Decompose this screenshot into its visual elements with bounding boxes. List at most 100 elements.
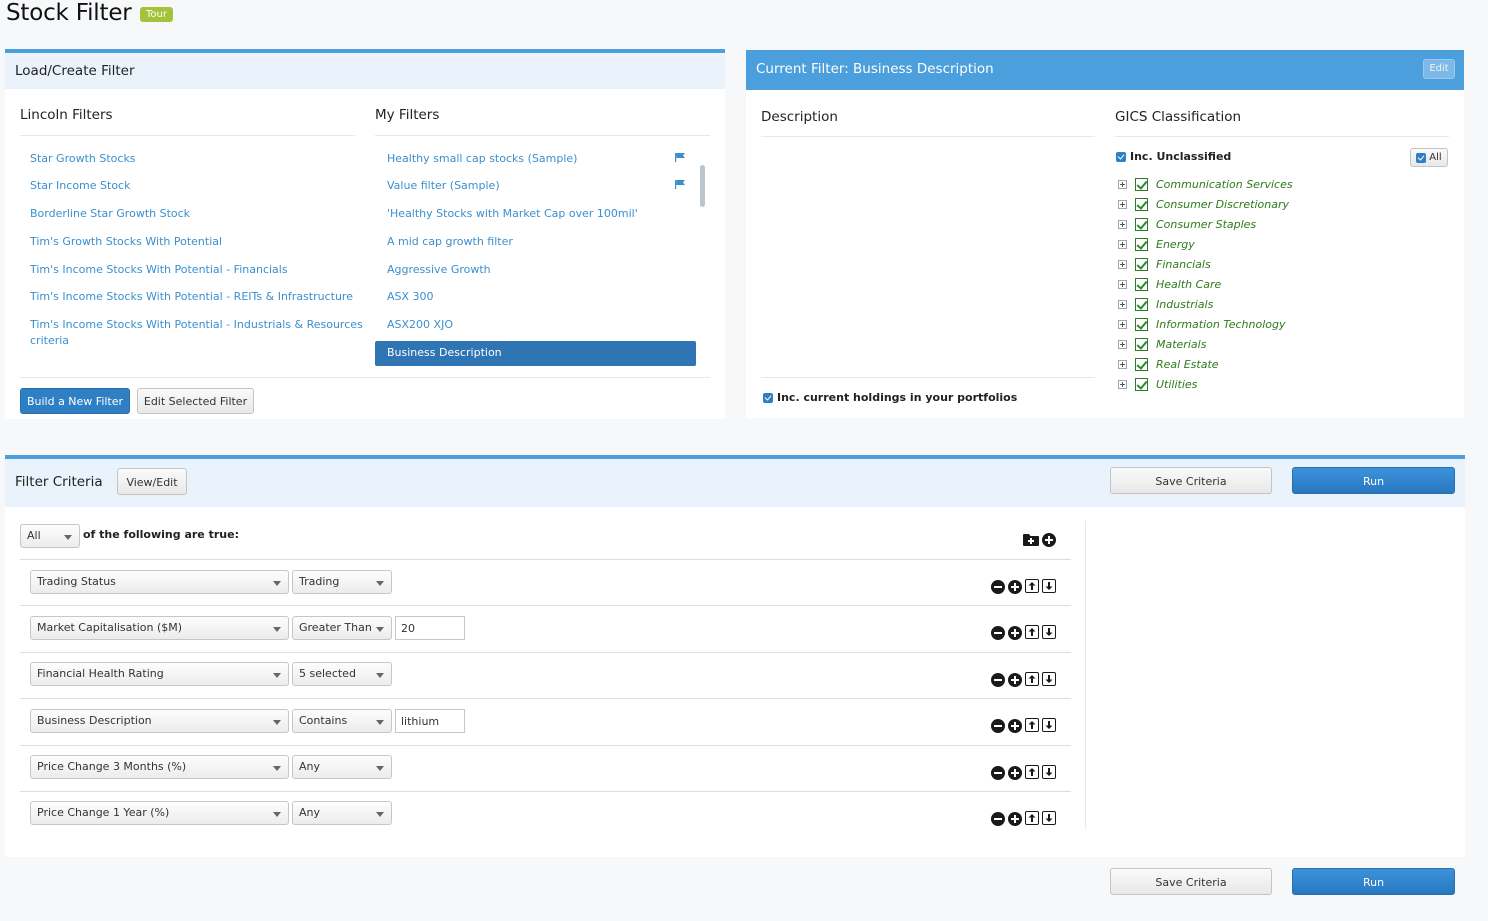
lincoln-filter-item[interactable]: Tim's Income Stocks With Potential - REI… xyxy=(30,289,353,305)
gics-sector-row[interactable]: Materials xyxy=(1118,334,1206,354)
criterion-operator-select[interactable]: Contains xyxy=(292,709,392,733)
my-filter-item[interactable]: ASX 300 xyxy=(387,289,434,305)
criterion-operator-select[interactable]: Any xyxy=(292,755,392,779)
my-filter-item[interactable]: 'Healthy Stocks with Market Cap over 100… xyxy=(387,206,638,222)
sector-checkbox[interactable] xyxy=(1135,237,1148,251)
my-filter-item-selected[interactable]: Business Description xyxy=(375,341,696,366)
remove-criterion-icon[interactable] xyxy=(991,719,1005,733)
criterion-field-select[interactable]: Financial Health Rating xyxy=(30,662,289,686)
expand-icon[interactable] xyxy=(1118,299,1127,309)
match-mode-select[interactable]: All xyxy=(20,524,80,548)
criterion-operator-select[interactable]: Trading xyxy=(292,570,392,594)
tour-button[interactable]: Tour xyxy=(140,7,173,22)
run-button[interactable]: Run xyxy=(1292,467,1455,494)
sector-checkbox[interactable] xyxy=(1135,177,1148,191)
lincoln-filter-item[interactable]: Borderline Star Growth Stock xyxy=(30,206,190,222)
my-filter-item[interactable]: Aggressive Growth xyxy=(387,262,491,278)
expand-icon[interactable] xyxy=(1118,259,1127,269)
move-down-icon[interactable] xyxy=(1042,811,1056,825)
sector-checkbox[interactable] xyxy=(1135,257,1148,271)
flag-icon[interactable] xyxy=(675,153,685,162)
lincoln-filter-item-continued[interactable]: criteria xyxy=(30,333,69,349)
move-down-icon[interactable] xyxy=(1042,672,1056,686)
criterion-value-input[interactable]: lithium xyxy=(395,709,465,733)
add-criterion-icon[interactable] xyxy=(1008,673,1022,687)
my-filter-item[interactable]: A mid cap growth filter xyxy=(387,234,513,250)
expand-icon[interactable] xyxy=(1118,199,1127,209)
lincoln-filter-item[interactable]: Tim's Growth Stocks With Potential xyxy=(30,234,222,250)
inc-unclassified-option[interactable]: Inc. Unclassified xyxy=(1116,150,1231,163)
move-up-icon[interactable] xyxy=(1025,718,1039,732)
expand-icon[interactable] xyxy=(1118,219,1127,229)
add-criterion-icon[interactable] xyxy=(1008,812,1022,826)
expand-icon[interactable] xyxy=(1118,379,1127,389)
remove-criterion-icon[interactable] xyxy=(991,766,1005,780)
build-new-filter-button[interactable]: Build a New Filter xyxy=(20,388,130,414)
gics-sector-row[interactable]: Information Technology xyxy=(1118,314,1286,334)
lincoln-filter-item[interactable]: Tim's Income Stocks With Potential - Ind… xyxy=(30,317,363,333)
expand-icon[interactable] xyxy=(1118,179,1127,189)
lincoln-filter-item[interactable]: Star Income Stock xyxy=(30,178,130,194)
criterion-field-select[interactable]: Market Capitalisation ($M) xyxy=(30,616,289,640)
my-filter-item[interactable]: Healthy small cap stocks (Sample) xyxy=(387,151,577,167)
expand-icon[interactable] xyxy=(1118,359,1127,369)
sector-checkbox[interactable] xyxy=(1135,217,1148,231)
criterion-operator-select[interactable]: Greater Than xyxy=(292,616,392,640)
sector-checkbox[interactable] xyxy=(1135,317,1148,331)
move-down-icon[interactable] xyxy=(1042,625,1056,639)
sector-checkbox[interactable] xyxy=(1135,277,1148,291)
view-edit-button[interactable]: View/Edit xyxy=(117,468,187,495)
criterion-field-select[interactable]: Trading Status xyxy=(30,570,289,594)
gics-all-toggle[interactable]: All xyxy=(1410,148,1448,167)
expand-icon[interactable] xyxy=(1118,279,1127,289)
remove-criterion-icon[interactable] xyxy=(991,673,1005,687)
criterion-field-select[interactable]: Price Change 1 Year (%) xyxy=(30,801,289,825)
add-criterion-icon[interactable] xyxy=(1008,766,1022,780)
gics-sector-row[interactable]: Real Estate xyxy=(1118,354,1219,374)
sector-checkbox[interactable] xyxy=(1135,357,1148,371)
gics-sector-row[interactable]: Utilities xyxy=(1118,374,1197,394)
inc-holdings-option[interactable]: Inc. current holdings in your portfolios xyxy=(763,391,1017,404)
sector-checkbox[interactable] xyxy=(1135,377,1148,391)
gics-sector-row[interactable]: Communication Services xyxy=(1118,174,1293,194)
my-filter-item[interactable]: Value filter (Sample) xyxy=(387,178,500,194)
move-down-icon[interactable] xyxy=(1042,765,1056,779)
gics-sector-row[interactable]: Industrials xyxy=(1118,294,1213,314)
sector-checkbox[interactable] xyxy=(1135,297,1148,311)
edit-selected-filter-button[interactable]: Edit Selected Filter xyxy=(137,388,254,414)
move-down-icon[interactable] xyxy=(1042,718,1056,732)
remove-criterion-icon[interactable] xyxy=(991,626,1005,640)
expand-icon[interactable] xyxy=(1118,239,1127,249)
my-filters-scrollbar[interactable] xyxy=(700,165,705,207)
criterion-operator-select[interactable]: 5 selected xyxy=(292,662,392,686)
move-up-icon[interactable] xyxy=(1025,579,1039,593)
all-checkbox[interactable] xyxy=(1416,152,1427,163)
footer-save-criteria-button[interactable]: Save Criteria xyxy=(1110,868,1272,895)
criterion-field-select[interactable]: Price Change 3 Months (%) xyxy=(30,755,289,779)
gics-sector-row[interactable]: Consumer Staples xyxy=(1118,214,1256,234)
lincoln-filter-item[interactable]: Tim's Income Stocks With Potential - Fin… xyxy=(30,262,288,278)
add-criterion-icon[interactable] xyxy=(1008,626,1022,640)
save-criteria-button[interactable]: Save Criteria xyxy=(1110,467,1272,494)
footer-run-button[interactable]: Run xyxy=(1292,868,1455,895)
gics-sector-row[interactable]: Consumer Discretionary xyxy=(1118,194,1289,214)
gics-sector-row[interactable]: Energy xyxy=(1118,234,1195,254)
move-up-icon[interactable] xyxy=(1025,765,1039,779)
add-criterion-icon[interactable] xyxy=(1008,580,1022,594)
move-up-icon[interactable] xyxy=(1025,672,1039,686)
lincoln-filter-item[interactable]: Star Growth Stocks xyxy=(30,151,136,167)
add-group-icon[interactable] xyxy=(1023,533,1039,546)
remove-criterion-icon[interactable] xyxy=(991,580,1005,594)
add-criterion-icon[interactable] xyxy=(1042,533,1056,547)
add-criterion-icon[interactable] xyxy=(1008,719,1022,733)
remove-criterion-icon[interactable] xyxy=(991,812,1005,826)
move-up-icon[interactable] xyxy=(1025,625,1039,639)
sector-checkbox[interactable] xyxy=(1135,337,1148,351)
expand-icon[interactable] xyxy=(1118,319,1127,329)
edit-current-filter-button[interactable]: Edit xyxy=(1423,59,1455,79)
gics-sector-row[interactable]: Health Care xyxy=(1118,274,1221,294)
move-down-icon[interactable] xyxy=(1042,579,1056,593)
move-up-icon[interactable] xyxy=(1025,811,1039,825)
inc-holdings-checkbox[interactable] xyxy=(763,392,773,403)
criterion-value-input[interactable]: 20 xyxy=(395,616,465,640)
